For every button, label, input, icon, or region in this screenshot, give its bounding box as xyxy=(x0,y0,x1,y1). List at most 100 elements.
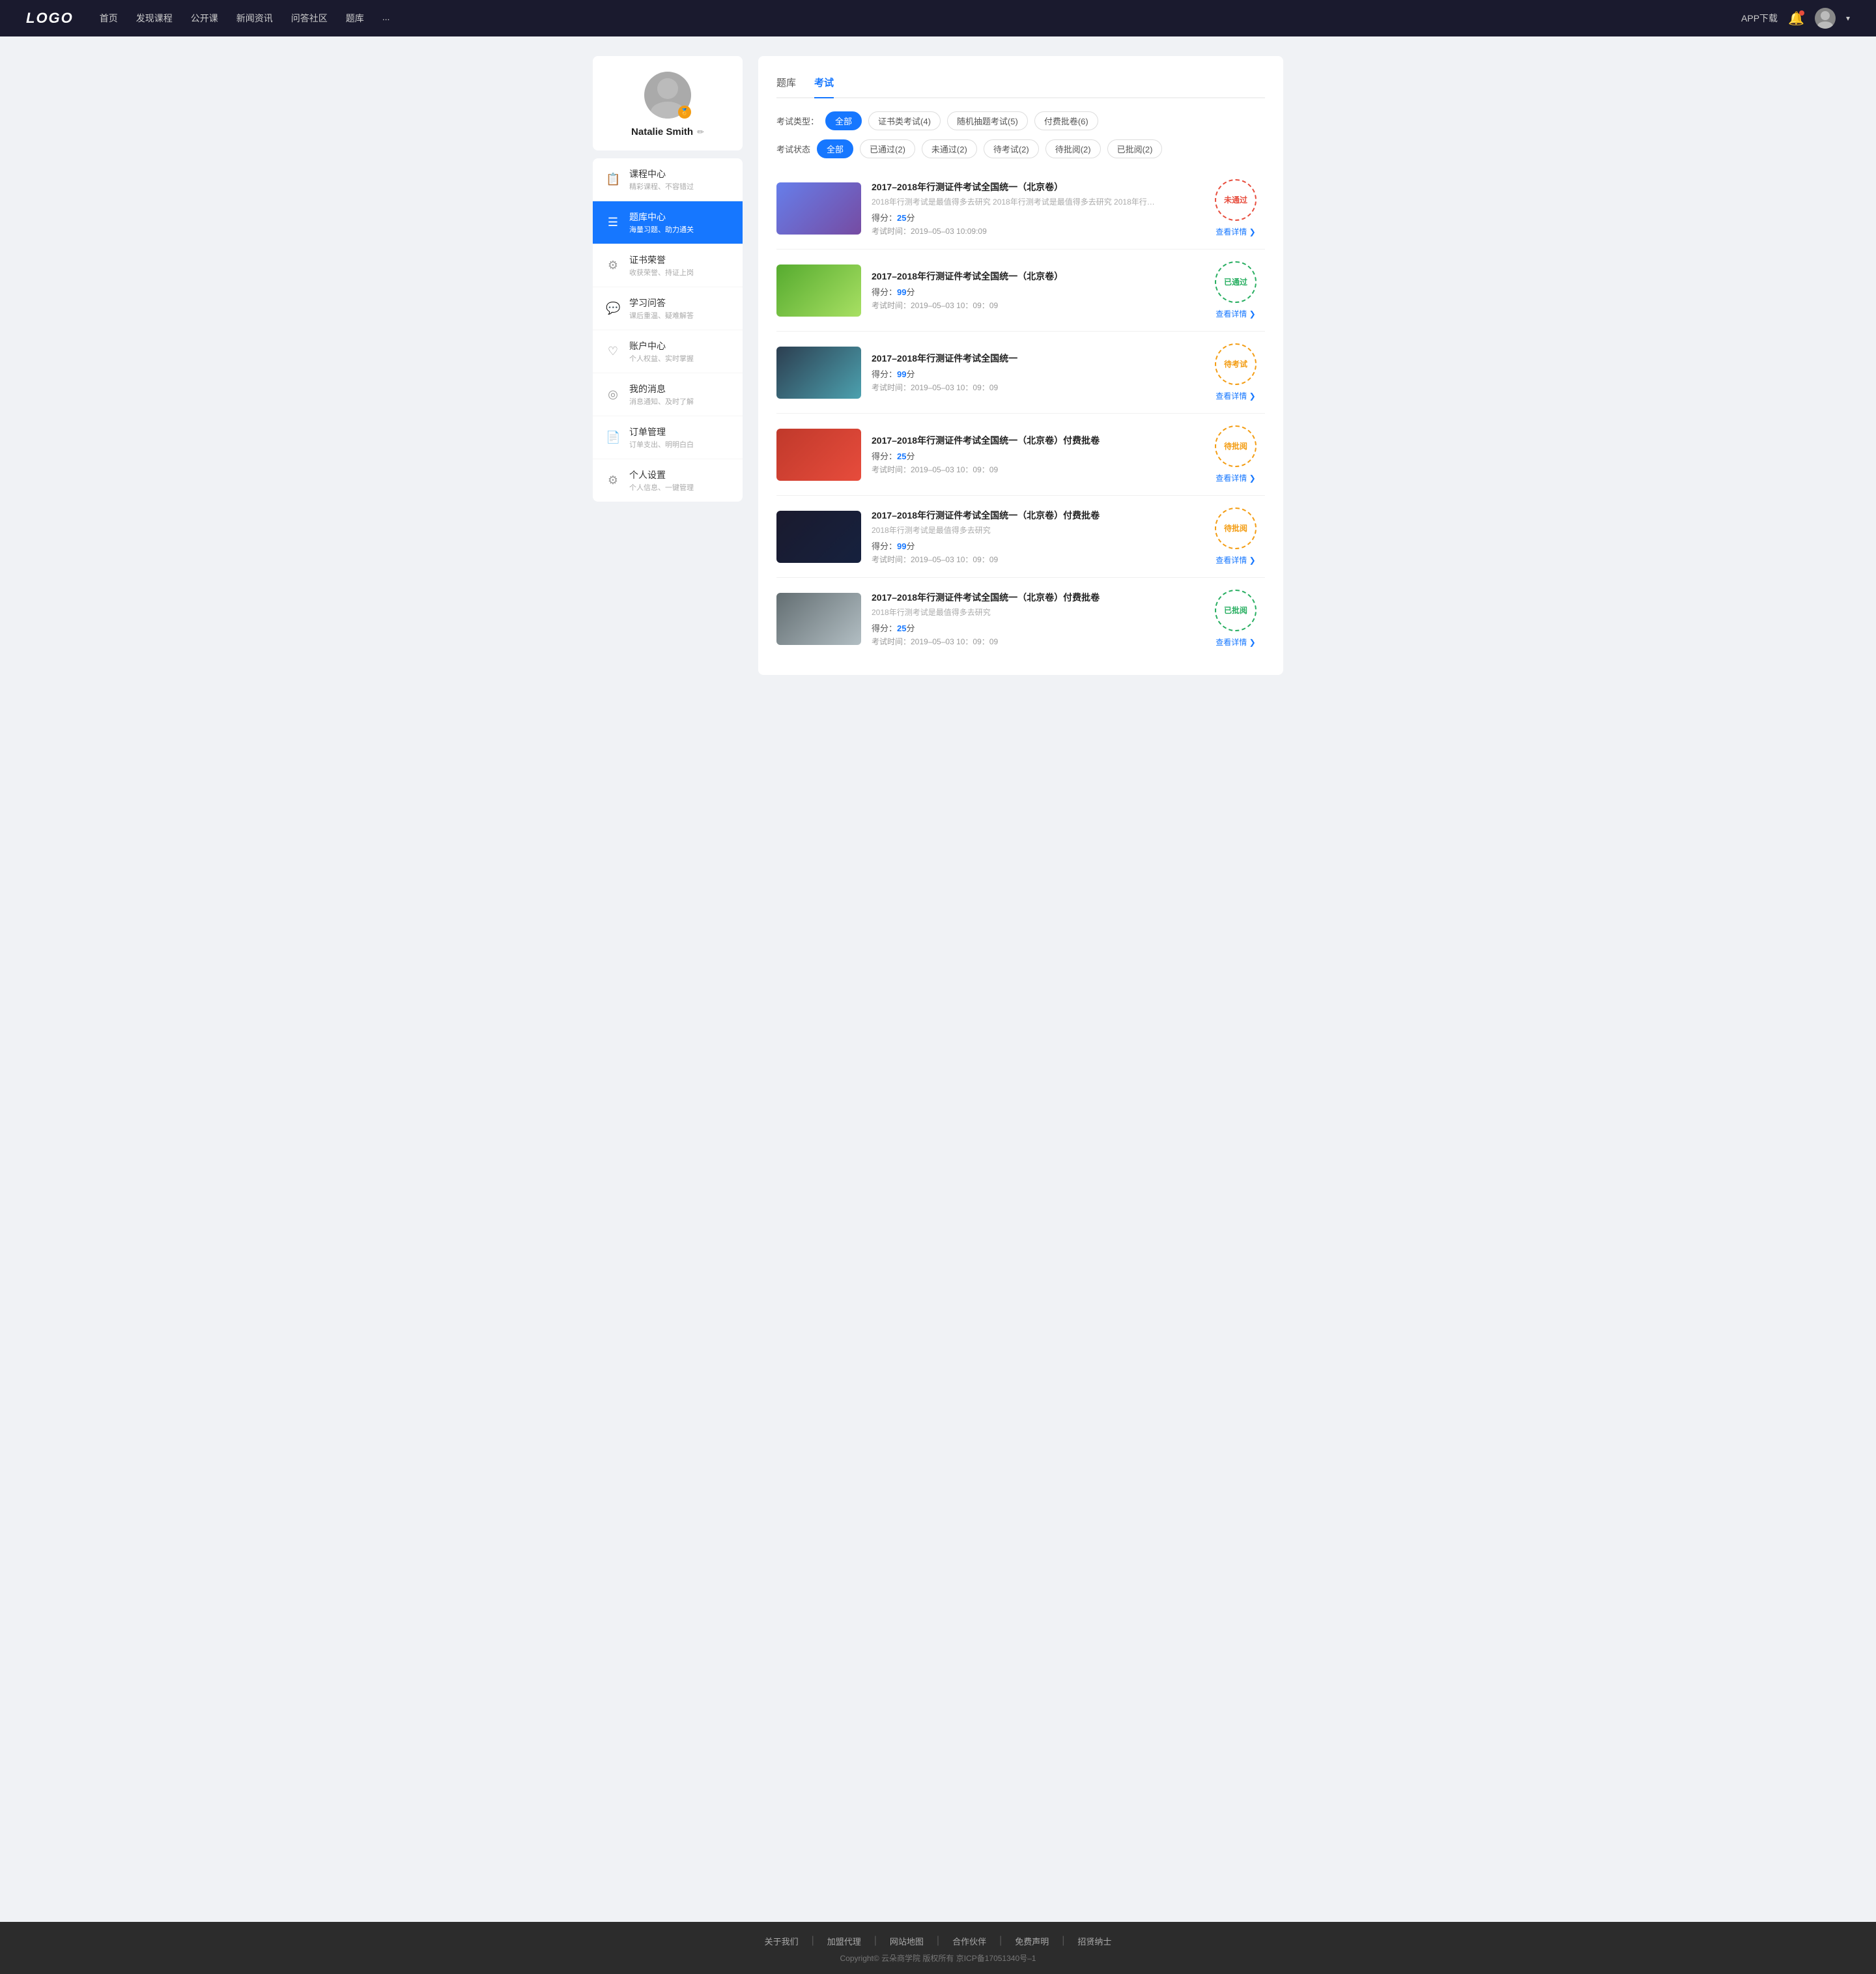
sidebar-item-qa[interactable]: 💬 学习问答 课后重温、疑难解答 xyxy=(593,287,743,330)
sidebar-item-question[interactable]: ☰ 题库中心 海量习题、助力通关 xyxy=(593,201,743,244)
table-row: 2017–2018年行测证件考试全国统一（北京卷）付费批卷 2018年行测考试是… xyxy=(776,496,1265,578)
settings-icon: ⚙ xyxy=(606,474,620,487)
sidebar-item-order[interactable]: 📄 订单管理 订单支出、明明白白 xyxy=(593,416,743,459)
tab-exam[interactable]: 考试 xyxy=(814,72,834,97)
table-row: 2017–2018年行测证件考试全国统一 得分：99分 考试时间：2019–05… xyxy=(776,332,1265,414)
filter-status-reviewed[interactable]: 已批阅(2) xyxy=(1107,139,1163,158)
footer-separator: | xyxy=(999,1935,1002,1947)
exam-detail-link[interactable]: 查看详情 ❯ xyxy=(1215,226,1255,237)
sidebar-item-sub: 课后重温、疑难解答 xyxy=(629,310,694,321)
exam-score-row: 得分：25分 xyxy=(872,622,1196,634)
navbar-link[interactable]: 新闻资讯 xyxy=(236,12,273,25)
filter-type-row: 考试类型： 全部证书类考试(4) 随机抽题考试(5) 付费批卷(6) xyxy=(776,111,1265,130)
exam-time-row: 考试时间：2019–05–03 10：09：09 xyxy=(872,464,1196,475)
filter-status-all[interactable]: 全部 xyxy=(817,139,853,158)
exam-detail-link[interactable]: 查看详情 ❯ xyxy=(1215,390,1255,401)
sidebar-item-text: 题库中心 xyxy=(629,210,694,223)
exam-title: 2017–2018年行测证件考试全国统一（北京卷）付费批卷 xyxy=(872,591,1196,604)
sidebar-item-message[interactable]: ◎ 我的消息 消息通知、及时了解 xyxy=(593,373,743,416)
footer-separator: | xyxy=(812,1935,814,1947)
exam-score-label: 得分： xyxy=(872,451,897,461)
app-download-button[interactable]: APP下载 xyxy=(1741,12,1778,25)
exam-thumbnail xyxy=(776,511,861,563)
exam-info: 2017–2018年行测证件考试全国统一 得分：99分 考试时间：2019–05… xyxy=(872,352,1196,393)
exam-score-row: 得分：25分 xyxy=(872,450,1196,462)
exam-status-stamp: 已批阅 xyxy=(1215,590,1257,631)
table-row: 2017–2018年行测证件考试全国统一（北京卷）付费批卷 2018年行测考试是… xyxy=(776,578,1265,659)
exam-desc: 2018年行测考试是最值得多去研究 xyxy=(872,607,1196,618)
exam-desc: 2018年行测考试是最值得多去研究 xyxy=(872,524,1196,536)
filter-status-failed[interactable]: 未通过(2) xyxy=(922,139,977,158)
sidebar-profile: 🏅 Natalie Smith ✏ xyxy=(593,56,743,150)
exam-thumbnail xyxy=(776,265,861,317)
exam-thumbnail xyxy=(776,429,861,481)
exam-title: 2017–2018年行测证件考试全国统一（北京卷） xyxy=(872,180,1196,193)
filter-type-paid[interactable]: 付费批卷(6) xyxy=(1034,111,1098,130)
exam-score-value: 25 xyxy=(897,213,906,223)
exam-info: 2017–2018年行测证件考试全国统一（北京卷）付费批卷 得分：25分 考试时… xyxy=(872,434,1196,475)
navbar-link[interactable]: 发现课程 xyxy=(136,12,173,25)
exam-score-label: 得分： xyxy=(872,623,897,633)
exam-status-stamp: 待考试 xyxy=(1215,343,1257,385)
navbar-link[interactable]: 问答社区 xyxy=(291,12,328,25)
question-icon: ☰ xyxy=(606,216,620,229)
navbar-link[interactable]: ... xyxy=(382,12,390,25)
avatar[interactable] xyxy=(1815,8,1836,29)
exam-time-row: 考试时间：2019–05–03 10：09：09 xyxy=(872,300,1196,311)
filter-status-passed[interactable]: 已通过(2) xyxy=(860,139,915,158)
profile-edit-icon[interactable]: ✏ xyxy=(697,127,704,137)
exam-time-row: 考试时间：2019–05–03 10：09：09 xyxy=(872,554,1196,565)
filter-type-cert[interactable]: 证书类考试(4) xyxy=(868,111,941,130)
filter-status-pending[interactable]: 待考试(2) xyxy=(984,139,1039,158)
sidebar-item-honor[interactable]: ⚙ 证书荣誉 收获荣誉、持证上岗 xyxy=(593,244,743,287)
exam-detail-link[interactable]: 查看详情 ❯ xyxy=(1215,472,1255,483)
exam-detail-link[interactable]: 查看详情 ❯ xyxy=(1215,637,1255,648)
exam-time-row: 考试时间：2019–05–03 10：09：09 xyxy=(872,636,1196,647)
footer-link[interactable]: 合作伙伴 xyxy=(952,1935,986,1947)
sidebar-item-account[interactable]: ♡ 账户中心 个人权益、实时掌握 xyxy=(593,330,743,373)
exam-list: 2017–2018年行测证件考试全国统一（北京卷） 2018年行测考试是最值得多… xyxy=(776,167,1265,659)
notification-bell[interactable]: 🔔 xyxy=(1788,10,1804,27)
sidebar-item-text: 课程中心 xyxy=(629,167,694,180)
footer-link[interactable]: 免费声明 xyxy=(1015,1935,1049,1947)
filter-type-label: 考试类型： xyxy=(776,115,819,127)
exam-detail-link[interactable]: 查看详情 ❯ xyxy=(1215,308,1255,319)
navbar-link[interactable]: 公开课 xyxy=(191,12,218,25)
footer-copyright: Copyright© 云朵商学院 版权所有 京ICP备17051340号–1 xyxy=(0,1953,1876,1964)
message-icon: ◎ xyxy=(606,388,620,401)
exam-score-suffix: 分 xyxy=(906,451,915,461)
footer-separator: | xyxy=(874,1935,877,1947)
footer-separator: | xyxy=(1062,1935,1064,1947)
sidebar-menu: 📋 课程中心 精彩课程、不容错过 ☰ 题库中心 海量习题、助力通关 ⚙ 证书荣誉… xyxy=(593,158,743,502)
filter-type-random[interactable]: 随机抽题考试(5) xyxy=(947,111,1028,130)
footer-link[interactable]: 网站地图 xyxy=(890,1935,924,1947)
sidebar-item-sub: 海量习题、助力通关 xyxy=(629,224,694,235)
footer-link[interactable]: 关于我们 xyxy=(765,1935,799,1947)
exam-right: 待考试 查看详情 ❯ xyxy=(1206,343,1265,401)
sidebar-item-text: 我的消息 xyxy=(629,382,694,395)
exam-right: 待批阅 查看详情 ❯ xyxy=(1206,425,1265,483)
sidebar-item-text: 个人设置 xyxy=(629,468,694,481)
navbar-link[interactable]: 题库 xyxy=(346,12,364,25)
footer-separator: | xyxy=(937,1935,939,1947)
filter-status-row: 考试状态 全部已通过(2)未通过(2)待考试(2)待批阅(2)已批阅(2) xyxy=(776,139,1265,158)
chevron-down-icon[interactable]: ▾ xyxy=(1846,14,1850,23)
tab-bank[interactable]: 题库 xyxy=(776,72,796,97)
exam-status-stamp: 未通过 xyxy=(1215,179,1257,221)
sidebar-item-course[interactable]: 📋 课程中心 精彩课程、不容错过 xyxy=(593,158,743,201)
sidebar-item-sub: 个人权益、实时掌握 xyxy=(629,353,694,364)
top-tabs: 题库考试 xyxy=(776,72,1265,98)
footer-link[interactable]: 招贤纳士 xyxy=(1077,1935,1111,1947)
exam-detail-link[interactable]: 查看详情 ❯ xyxy=(1215,554,1255,565)
filter-type-all[interactable]: 全部 xyxy=(825,111,862,130)
exam-score-value: 25 xyxy=(897,623,906,633)
exam-info: 2017–2018年行测证件考试全国统一（北京卷） 2018年行测考试是最值得多… xyxy=(872,180,1196,236)
sidebar-item-settings[interactable]: ⚙ 个人设置 个人信息、一键管理 xyxy=(593,459,743,502)
exam-score-value: 25 xyxy=(897,451,906,461)
exam-score-suffix: 分 xyxy=(906,369,915,379)
footer-link[interactable]: 加盟代理 xyxy=(827,1935,861,1947)
exam-right: 待批阅 查看详情 ❯ xyxy=(1206,508,1265,565)
navbar-link[interactable]: 首页 xyxy=(100,12,118,25)
exam-title: 2017–2018年行测证件考试全国统一（北京卷） xyxy=(872,270,1196,283)
filter-status-review[interactable]: 待批阅(2) xyxy=(1045,139,1101,158)
